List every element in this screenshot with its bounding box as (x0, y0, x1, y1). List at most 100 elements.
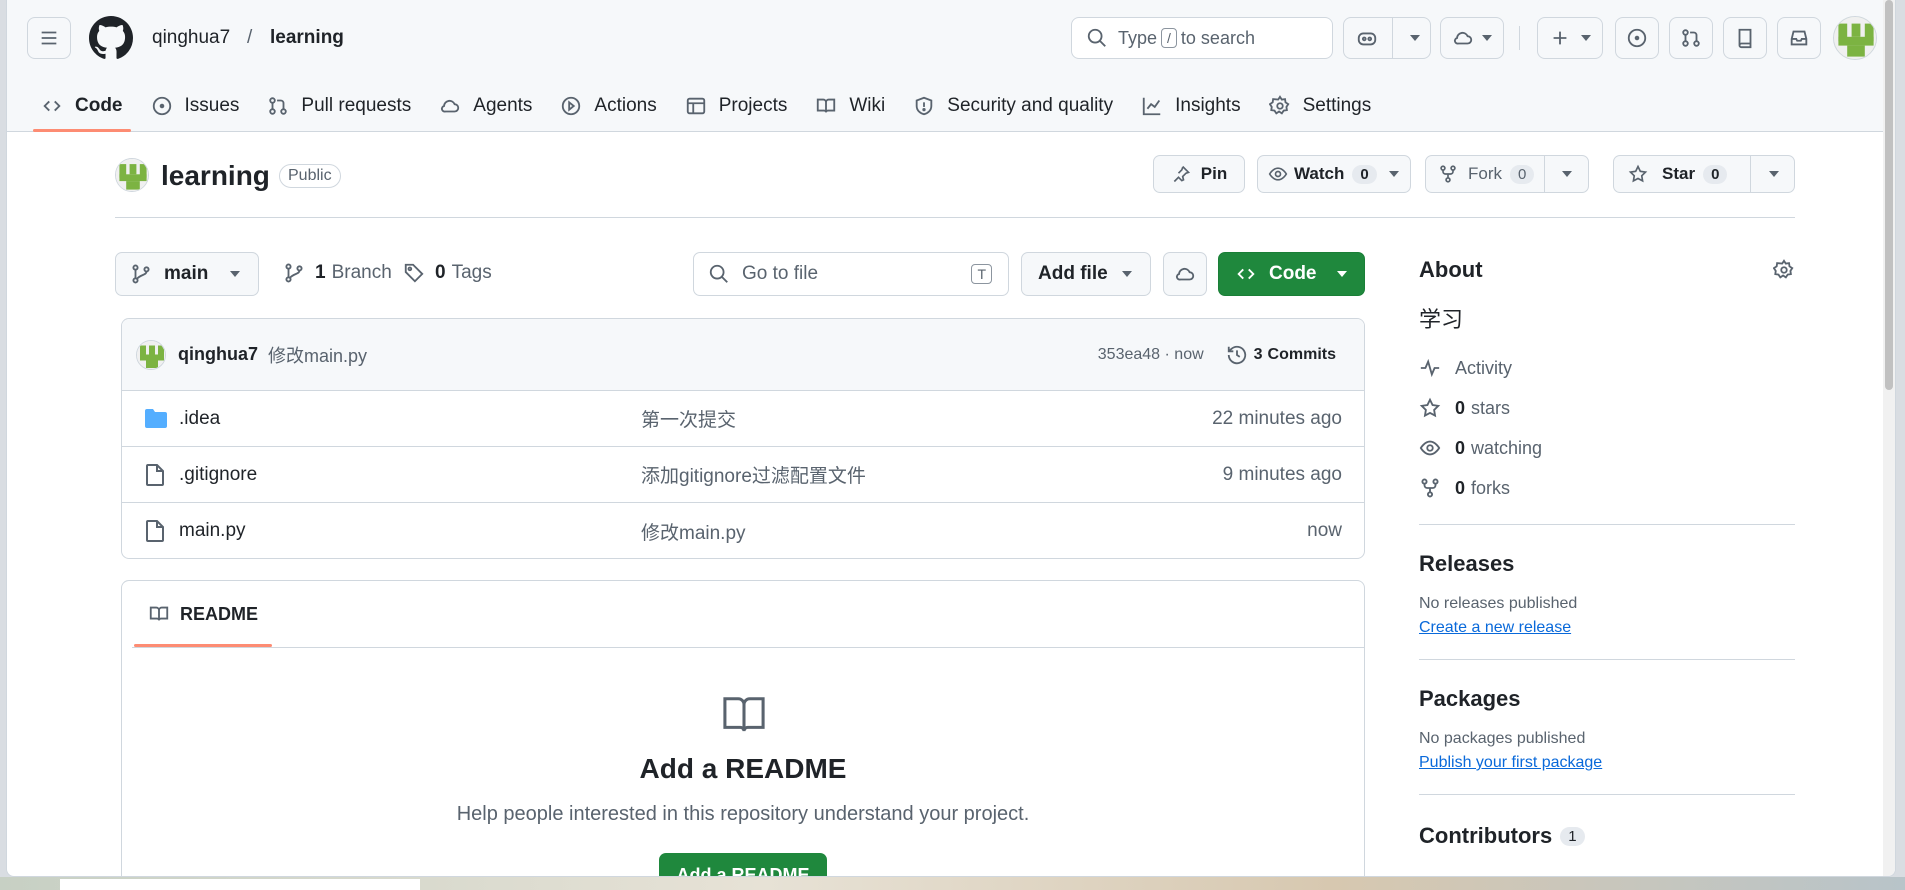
identicon-icon (116, 159, 148, 191)
file-commit-message[interactable]: 添加gitignore过滤配置文件 (641, 461, 866, 488)
fork-button[interactable]: Fork 0 (1425, 155, 1589, 193)
branches-link[interactable]: 1 Branch (283, 262, 392, 284)
shield-icon (916, 96, 933, 116)
create-new-button[interactable] (1537, 17, 1603, 59)
tab-actions[interactable]: Actions (546, 80, 670, 132)
scrollbar-thumb[interactable] (1885, 0, 1893, 390)
add-file-button[interactable]: Add file (1021, 252, 1151, 296)
stars-link[interactable]: 0 stars (1419, 388, 1795, 428)
readme-tab[interactable]: README (134, 581, 273, 647)
code-icon (1237, 268, 1255, 280)
file-row[interactable]: .idea 第一次提交 22 minutes ago (122, 391, 1364, 447)
publish-package-link[interactable]: Publish your first package (1419, 754, 1795, 772)
pull-request-icon (1682, 29, 1700, 47)
chevron-down-icon (1562, 171, 1572, 177)
visibility-badge: Public (279, 164, 341, 188)
history-icon (1227, 345, 1246, 364)
menu-button[interactable] (27, 17, 71, 59)
commit-author[interactable]: qinghua7 (178, 344, 258, 365)
tab-projects[interactable]: Projects (671, 80, 802, 132)
file-time: 22 minutes ago (1212, 407, 1342, 429)
fork-count: 0 (1510, 164, 1535, 184)
tab-insights[interactable]: Insights (1127, 80, 1254, 132)
commit-author-avatar[interactable] (136, 339, 166, 370)
forks-link[interactable]: 0 forks (1419, 468, 1795, 508)
file-row[interactable]: .gitignore 添加gitignore过滤配置文件 9 minutes a… (122, 447, 1364, 503)
chevron-down-icon (1482, 35, 1492, 41)
add-readme-button[interactable]: Add a README (659, 853, 827, 876)
pulse-icon (1420, 358, 1440, 378)
repo-title[interactable]: learning (161, 160, 270, 192)
search-icon (709, 264, 728, 283)
tags-link[interactable]: 0 Tags (403, 262, 492, 284)
agents-menu-button[interactable] (1440, 17, 1504, 59)
cloud-icon (1175, 267, 1195, 281)
tags-count: 0 (435, 262, 446, 283)
branch-selector[interactable]: main (115, 252, 259, 296)
tab-wiki[interactable]: Wiki (801, 80, 899, 132)
tab-agents[interactable]: Agents (425, 80, 546, 132)
play-icon (562, 96, 581, 116)
file-row[interactable]: main.py 修改main.py now (122, 503, 1364, 558)
star-button[interactable]: Star 0 (1613, 155, 1795, 193)
contributors-count: 1 (1560, 826, 1585, 846)
star-icon (1419, 397, 1441, 418)
packages-heading[interactable]: Packages (1419, 686, 1795, 712)
activity-link[interactable]: Activity (1419, 348, 1795, 388)
commit-message[interactable]: 修改main.py (268, 342, 367, 368)
search-placeholder-post: to search (1180, 27, 1255, 48)
global-header: qinghua7 / learning Type / to search Cod… (7, 0, 1895, 132)
file-name[interactable]: main.py (179, 520, 246, 542)
repo-icon (1738, 28, 1752, 49)
chevron-down-icon (1410, 35, 1420, 41)
repo-tabs: Code Issues Pull requests Agents Actions… (27, 80, 1385, 132)
user-avatar[interactable] (1833, 16, 1877, 60)
file-name[interactable]: .gitignore (179, 464, 257, 486)
tab-label: Insights (1175, 95, 1241, 116)
file-table: qinghua7 修改main.py 353ea48 · now 3 Commi… (121, 318, 1365, 559)
contributors-heading[interactable]: Contributors (1419, 823, 1552, 849)
tab-security[interactable]: Security and quality (899, 80, 1127, 132)
pin-button[interactable]: Pin (1153, 155, 1245, 193)
tab-label: Security and quality (947, 95, 1114, 116)
go-to-file-input[interactable]: Go to file T (693, 252, 1009, 296)
global-search-input[interactable]: Type / to search (1071, 17, 1333, 59)
repositories-button[interactable] (1723, 17, 1767, 59)
gear-icon[interactable] (1773, 259, 1795, 281)
tab-label: Projects (718, 95, 788, 116)
inbox-button[interactable] (1777, 17, 1821, 59)
commits-count: 3 (1253, 345, 1263, 363)
commits-link[interactable]: 3 Commits (1226, 344, 1336, 366)
watching-count: 0 (1455, 437, 1466, 458)
breadcrumb-owner[interactable]: qinghua7 (152, 27, 230, 49)
tab-pull-requests[interactable]: Pull requests (253, 80, 425, 132)
eye-icon (1268, 167, 1288, 181)
tab-issues[interactable]: Issues (137, 80, 254, 132)
code-button[interactable]: Code (1218, 252, 1365, 296)
watching-link[interactable]: 0 watching (1419, 428, 1795, 468)
browser-window: qinghua7 / learning Type / to search Cod… (6, 0, 1896, 877)
create-release-link[interactable]: Create a new release (1419, 619, 1795, 637)
commit-hash-time[interactable]: 353ea48 · now (1098, 346, 1204, 364)
file-commit-message[interactable]: 第一次提交 (641, 405, 736, 432)
tab-code[interactable]: Code (27, 80, 137, 132)
agent-icon (441, 99, 460, 113)
eye-icon (1419, 440, 1441, 456)
file-time: now (1307, 520, 1342, 541)
fork-icon (1440, 165, 1456, 183)
file-name[interactable]: .idea (179, 408, 220, 430)
releases-heading[interactable]: Releases (1419, 551, 1795, 577)
book-icon (149, 606, 169, 621)
issues-button[interactable] (1615, 17, 1659, 59)
scrollbar[interactable] (1883, 0, 1895, 876)
desktop-background (0, 877, 1905, 890)
breadcrumb-repo[interactable]: learning (270, 27, 344, 49)
agents-button[interactable] (1163, 252, 1207, 296)
github-logo-icon[interactable] (89, 16, 133, 60)
copilot-button[interactable] (1343, 17, 1431, 59)
file-commit-message[interactable]: 修改main.py (641, 518, 746, 545)
watch-button[interactable]: Watch 0 (1257, 155, 1411, 193)
pull-requests-button[interactable] (1669, 17, 1713, 59)
file-time: 9 minutes ago (1222, 463, 1342, 485)
tab-settings[interactable]: Settings (1255, 80, 1386, 132)
